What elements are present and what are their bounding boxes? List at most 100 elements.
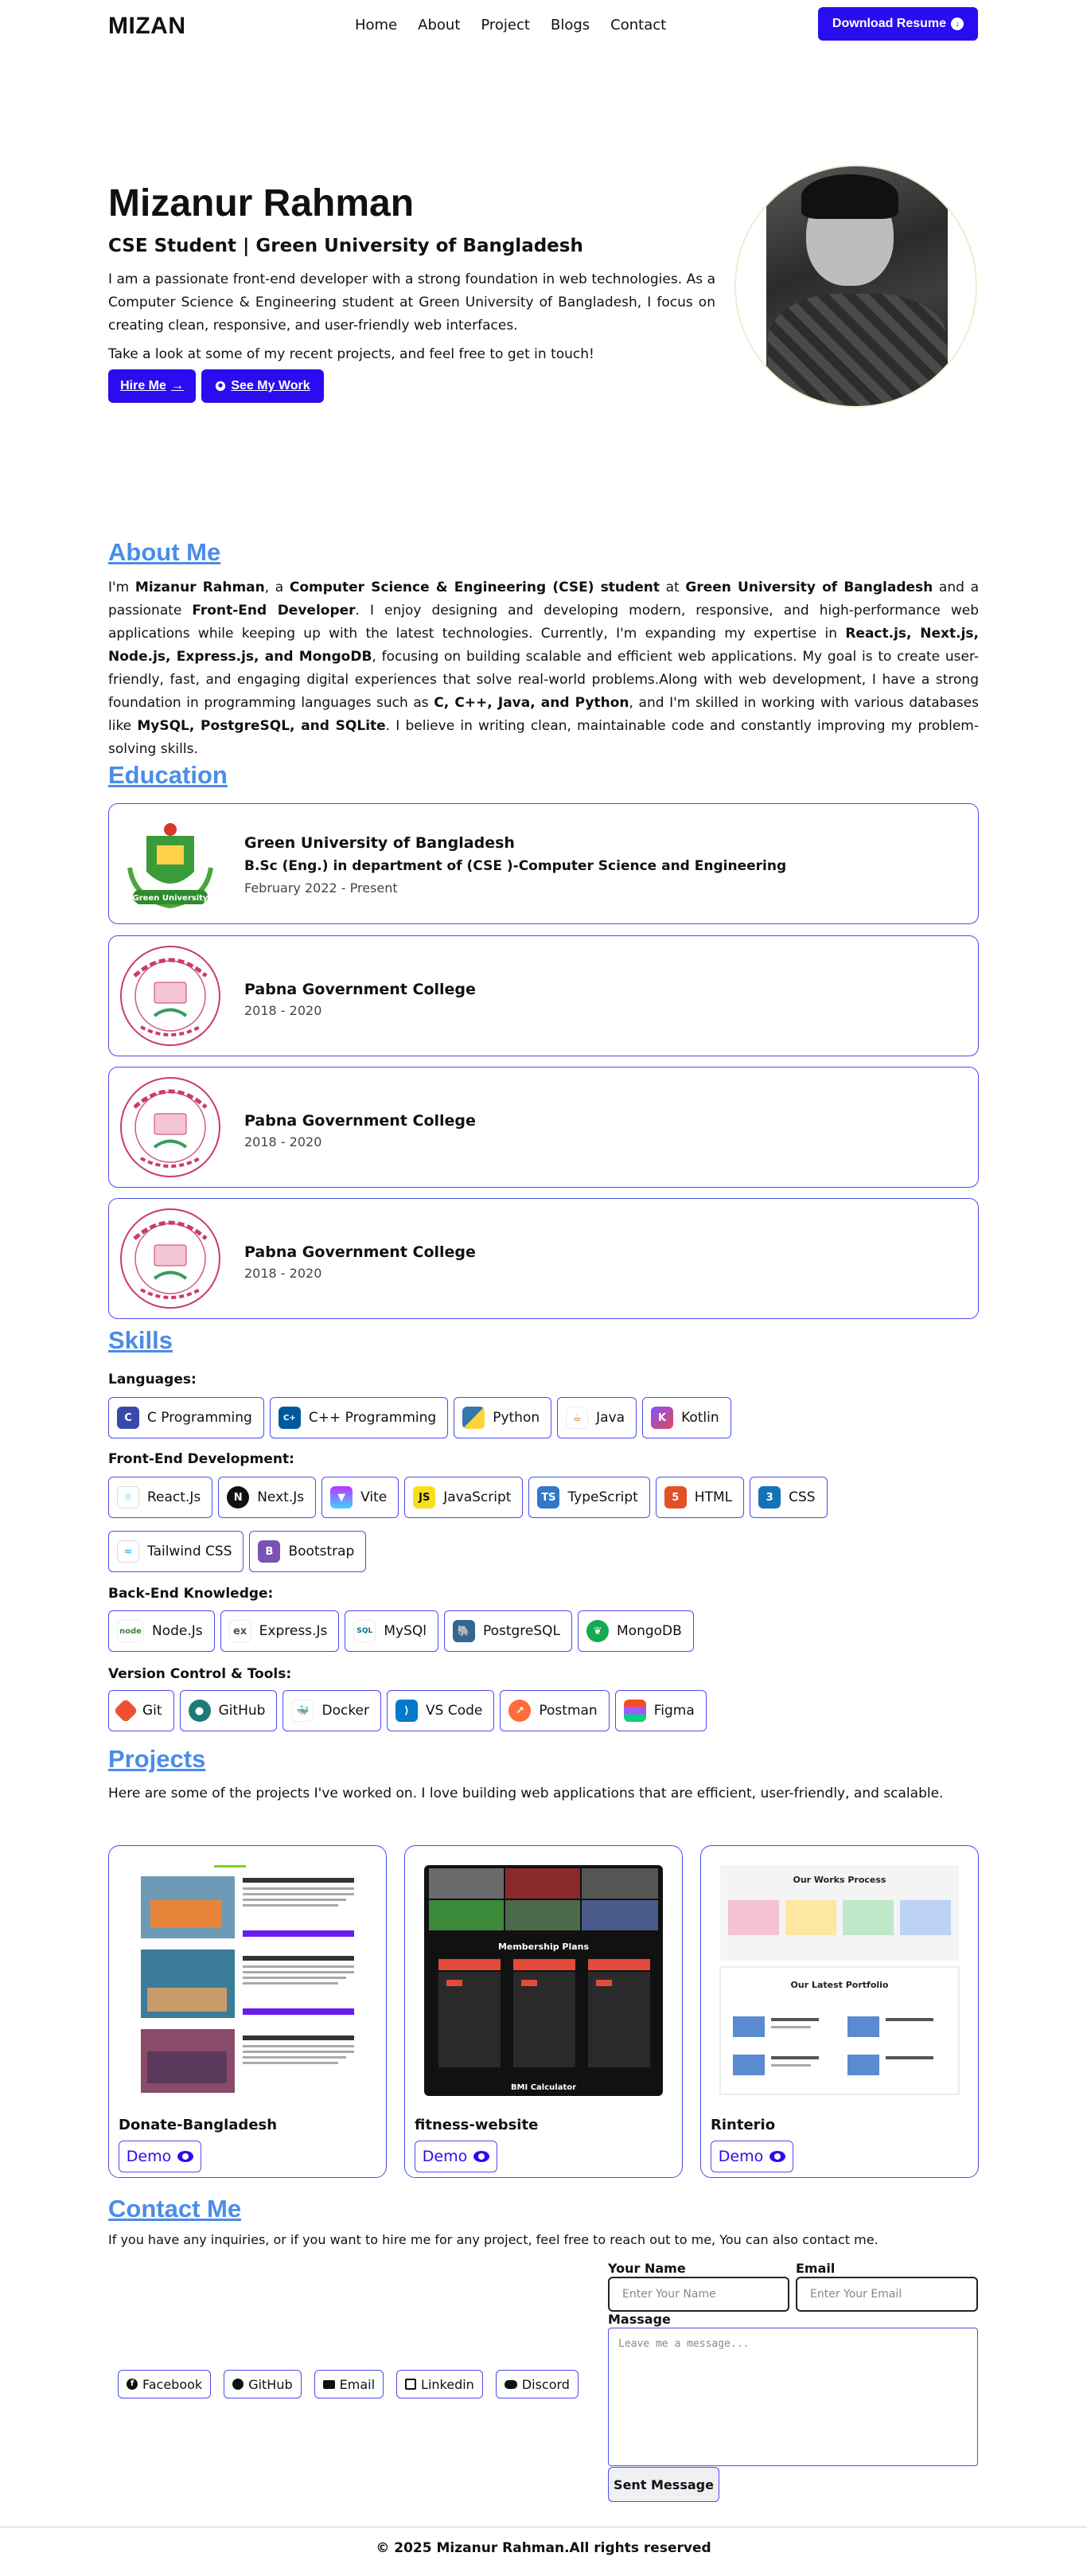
linkedin-icon [405, 2379, 417, 2390]
project-screenshot: Membership Plans BMI Calculator [424, 1865, 663, 2096]
nav-link-home[interactable]: Home [355, 17, 397, 33]
svg-text:Membership Plans: Membership Plans [498, 1942, 590, 1952]
name-label: Your Name [608, 2261, 686, 2276]
tools-row: Git ● GitHub 🐳 Docker ⟩ VS Code ↗ Postman Fi… [108, 1690, 707, 1731]
see-my-work-label: See My Work [231, 379, 310, 392]
docker-icon: 🐳 [291, 1700, 314, 1722]
javascript-icon: JS [413, 1486, 436, 1509]
facebook-icon: f [127, 2379, 138, 2390]
facebook-button[interactable]: f Facebook [118, 2370, 212, 2398]
school-name: Pabna Government College [244, 1243, 476, 1261]
skill-figma: Figma [614, 1690, 707, 1731]
skill-html: 5 HTML [655, 1477, 745, 1518]
education-card: Pabna Government College 2018 - 2020 [108, 935, 979, 1056]
postman-icon: ↗ [508, 1700, 532, 1722]
send-message-button[interactable]: Sent Message [608, 2467, 719, 2502]
skill-mongodb: ❦ MongoDB [578, 1610, 694, 1652]
mysql-icon: SQL [353, 1620, 376, 1642]
edu-dates: 2018 - 2020 [244, 1266, 322, 1281]
svg-text:Our Latest Portfolio: Our Latest Portfolio [791, 1980, 889, 1990]
github-icon: ● [188, 1700, 211, 1722]
hero-subtitle: CSE Student | Green University of Bangla… [108, 236, 583, 256]
download-resume-label: Download Resume [832, 17, 947, 30]
discord-button[interactable]: Discord [495, 2370, 579, 2398]
c-icon: C [117, 1407, 139, 1429]
nodejs-icon: node [117, 1620, 144, 1642]
languages-label: Languages: [108, 1372, 197, 1388]
school-name: Pabna Government College [244, 1112, 476, 1130]
message-label: Massage [608, 2312, 671, 2327]
see-my-work-button[interactable]: See My Work [201, 369, 324, 403]
figma-icon [623, 1700, 646, 1722]
nav-link-blogs[interactable]: Blogs [551, 17, 590, 33]
java-icon: ☕ [566, 1407, 589, 1429]
name-input[interactable]: Enter Your Name [608, 2277, 789, 2312]
arrow-right-icon: → [170, 379, 184, 392]
email-label: Email [796, 2261, 836, 2276]
express-icon: ex [228, 1620, 251, 1642]
react-icon: ⚛ [117, 1486, 139, 1509]
hero-name: Mizanur Rahman [108, 182, 415, 224]
contact-intro: If you have any inquiries, or if you wan… [108, 2232, 879, 2247]
degree: B.Sc (Eng.) in department of (CSE )-Comp… [244, 858, 787, 874]
email-input[interactable]: Enter Your Email [796, 2277, 978, 2312]
tools-label: Version Control & Tools: [108, 1666, 292, 1682]
nextjs-icon: N [227, 1486, 250, 1509]
footer-copyright: © 2025 Mizanur Rahman.All rights reserve… [376, 2540, 711, 2556]
arrow-down-circle-icon: ↓ [951, 18, 964, 30]
demo-button[interactable]: Demo [119, 2141, 201, 2172]
skill-css: 3 CSS [750, 1477, 828, 1518]
school-name: Green University of Bangladesh [244, 834, 515, 852]
education-card: Green University Green University of Ban… [108, 803, 979, 924]
about-text: I'm Mizanur Rahman, a Computer Science &… [108, 580, 980, 757]
skill-mysql: SQL MySQl [345, 1610, 438, 1652]
demo-button[interactable]: Demo [415, 2141, 497, 2172]
skill-postman: ↗ Postman [500, 1690, 610, 1731]
hire-me-button[interactable]: Hire Me → [108, 369, 196, 403]
skill-bootstrap: B Bootstrap [249, 1531, 367, 1572]
pabna-college-logo [120, 1208, 220, 1309]
navbar: MIZAN Home About Project Blogs Contact D… [0, 0, 1087, 51]
css3-icon: 3 [758, 1486, 781, 1509]
github-icon [216, 381, 226, 392]
hire-me-label: Hire Me [120, 379, 166, 392]
message-textarea[interactable]: Leave me a message... [608, 2328, 978, 2466]
email-button[interactable]: Email [314, 2370, 384, 2398]
skill-typescript: TS TypeScript [528, 1477, 650, 1518]
skill-node: node Node.Js [108, 1610, 215, 1652]
green-university-logo: Green University [119, 812, 222, 915]
linkedin-button[interactable]: Linkedin [396, 2370, 483, 2398]
contact-heading: Contact Me [108, 2195, 242, 2223]
project-screenshot: Our Works Process Our Latest Portfolio [719, 1865, 960, 2095]
svg-text:BMI Calculator: BMI Calculator [511, 2083, 576, 2092]
github-button[interactable]: GitHub [224, 2370, 302, 2398]
nav-link-contact[interactable]: Contact [610, 17, 666, 33]
project-title: Rinterio [711, 2117, 776, 2133]
demo-button[interactable]: Demo [711, 2141, 793, 2172]
skill-javascript: JS JavaScript [404, 1477, 524, 1518]
skill-github: ● GitHub [179, 1690, 278, 1731]
eye-icon [769, 2151, 786, 2162]
bootstrap-icon: B [258, 1540, 281, 1563]
download-resume-button[interactable]: Download Resume ↓ [818, 7, 978, 41]
skill-cpp: C+ C++ Programming [269, 1397, 449, 1438]
eye-icon [177, 2151, 194, 2162]
skill-vite: ▼ Vite [321, 1477, 399, 1518]
nav-menu: Home About Project Blogs Contact [355, 17, 666, 33]
svg-text:Our Works Process: Our Works Process [793, 1875, 886, 1885]
skill-postgresql: 🐘 PostgreSQL [443, 1610, 573, 1652]
nav-link-about[interactable]: About [418, 17, 460, 33]
skill-tailwind: ≈ Tailwind CSS [108, 1531, 244, 1572]
skill-next: N Next.Js [218, 1477, 317, 1518]
project-card: Donate-Bangladesh Demo [108, 1845, 387, 2178]
project-title: Donate-Bangladesh [119, 2117, 278, 2133]
edu-dates: February 2022 - Present [244, 880, 398, 896]
nav-link-project[interactable]: Project [481, 17, 530, 33]
skill-c: CC Programming [108, 1397, 264, 1438]
vscode-icon: ⟩ [395, 1700, 419, 1722]
kotlin-icon: K [651, 1407, 674, 1429]
languages-row: CC Programming C+ C++ Programming Python … [108, 1397, 731, 1438]
hero-intro: I am a passionate front-end developer wi… [108, 271, 715, 334]
projects-heading: Projects [108, 1745, 206, 1773]
site-logo[interactable]: MIZAN [108, 13, 185, 40]
